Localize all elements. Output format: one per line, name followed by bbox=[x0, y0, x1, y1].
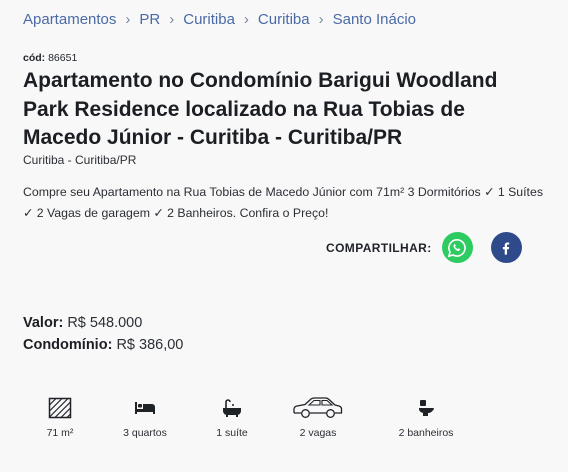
share-bar: COMPARTILHAR: bbox=[326, 232, 522, 263]
property-description: Compre seu Apartamento na Rua Tobias de … bbox=[23, 185, 543, 220]
feature-parking: 2 vagas bbox=[273, 396, 363, 439]
feature-bathrooms: 2 banheiros bbox=[381, 396, 471, 439]
property-code-value: 86651 bbox=[48, 52, 78, 64]
toilet-icon bbox=[381, 396, 471, 420]
feature-suites-value: 1 suíte bbox=[216, 427, 248, 439]
bathtub-icon bbox=[187, 396, 277, 420]
chevron-right-icon: › bbox=[318, 11, 324, 28]
feature-bedrooms: 3 quartos bbox=[100, 396, 190, 439]
chevron-right-icon: › bbox=[125, 11, 131, 28]
feature-area-value: 71 m² bbox=[46, 427, 74, 439]
whatsapp-icon bbox=[447, 238, 466, 257]
area-icon bbox=[15, 396, 105, 420]
breadcrumb: Apartamentos › PR › Curitiba › Curitiba … bbox=[23, 11, 416, 28]
price-valor: Valor: R$ 548.000 bbox=[23, 312, 183, 334]
feature-area: 71 m² bbox=[15, 396, 105, 439]
breadcrumb-pr[interactable]: PR bbox=[139, 11, 160, 28]
breadcrumb-curitiba-region[interactable]: Curitiba bbox=[258, 11, 310, 28]
feature-parking-value: 2 vagas bbox=[299, 427, 337, 439]
price-condominio: Condomínio: R$ 386,00 bbox=[23, 334, 183, 356]
price-condominio-value: R$ 386,00 bbox=[116, 337, 184, 353]
chevron-right-icon: › bbox=[243, 11, 249, 28]
location-subtitle: Curitiba - Curitiba/PR bbox=[23, 153, 137, 167]
whatsapp-share-button[interactable] bbox=[441, 232, 473, 263]
share-label: COMPARTILHAR: bbox=[326, 240, 432, 255]
price-block: Valor: R$ 548.000 Condomínio: R$ 386,00 bbox=[23, 312, 183, 356]
page-title: Apartamento no Condomínio Barigui Woodla… bbox=[23, 69, 498, 149]
car-icon bbox=[273, 396, 363, 420]
breadcrumb-curitiba-city[interactable]: Curitiba bbox=[183, 11, 235, 28]
features-list: 71 m² 3 quartos 1 suíte 2 vagas 2 banhei… bbox=[23, 396, 483, 446]
price-condominio-label: Condomínio: bbox=[23, 337, 113, 353]
feature-bedrooms-value: 3 quartos bbox=[123, 427, 167, 439]
facebook-icon bbox=[503, 242, 510, 255]
breadcrumb-apartamentos[interactable]: Apartamentos bbox=[23, 11, 116, 28]
feature-suites: 1 suíte bbox=[187, 396, 277, 439]
property-code-label: cód: bbox=[23, 52, 46, 64]
feature-bathrooms-value: 2 banheiros bbox=[398, 427, 454, 439]
property-code: cód: 86651 bbox=[23, 52, 77, 64]
bed-icon bbox=[100, 396, 190, 420]
facebook-share-button[interactable] bbox=[490, 232, 522, 263]
chevron-right-icon: › bbox=[169, 11, 175, 28]
breadcrumb-santo-inacio[interactable]: Santo Inácio bbox=[333, 11, 416, 28]
price-valor-label: Valor: bbox=[23, 315, 64, 331]
price-valor-value: R$ 548.000 bbox=[67, 315, 143, 331]
